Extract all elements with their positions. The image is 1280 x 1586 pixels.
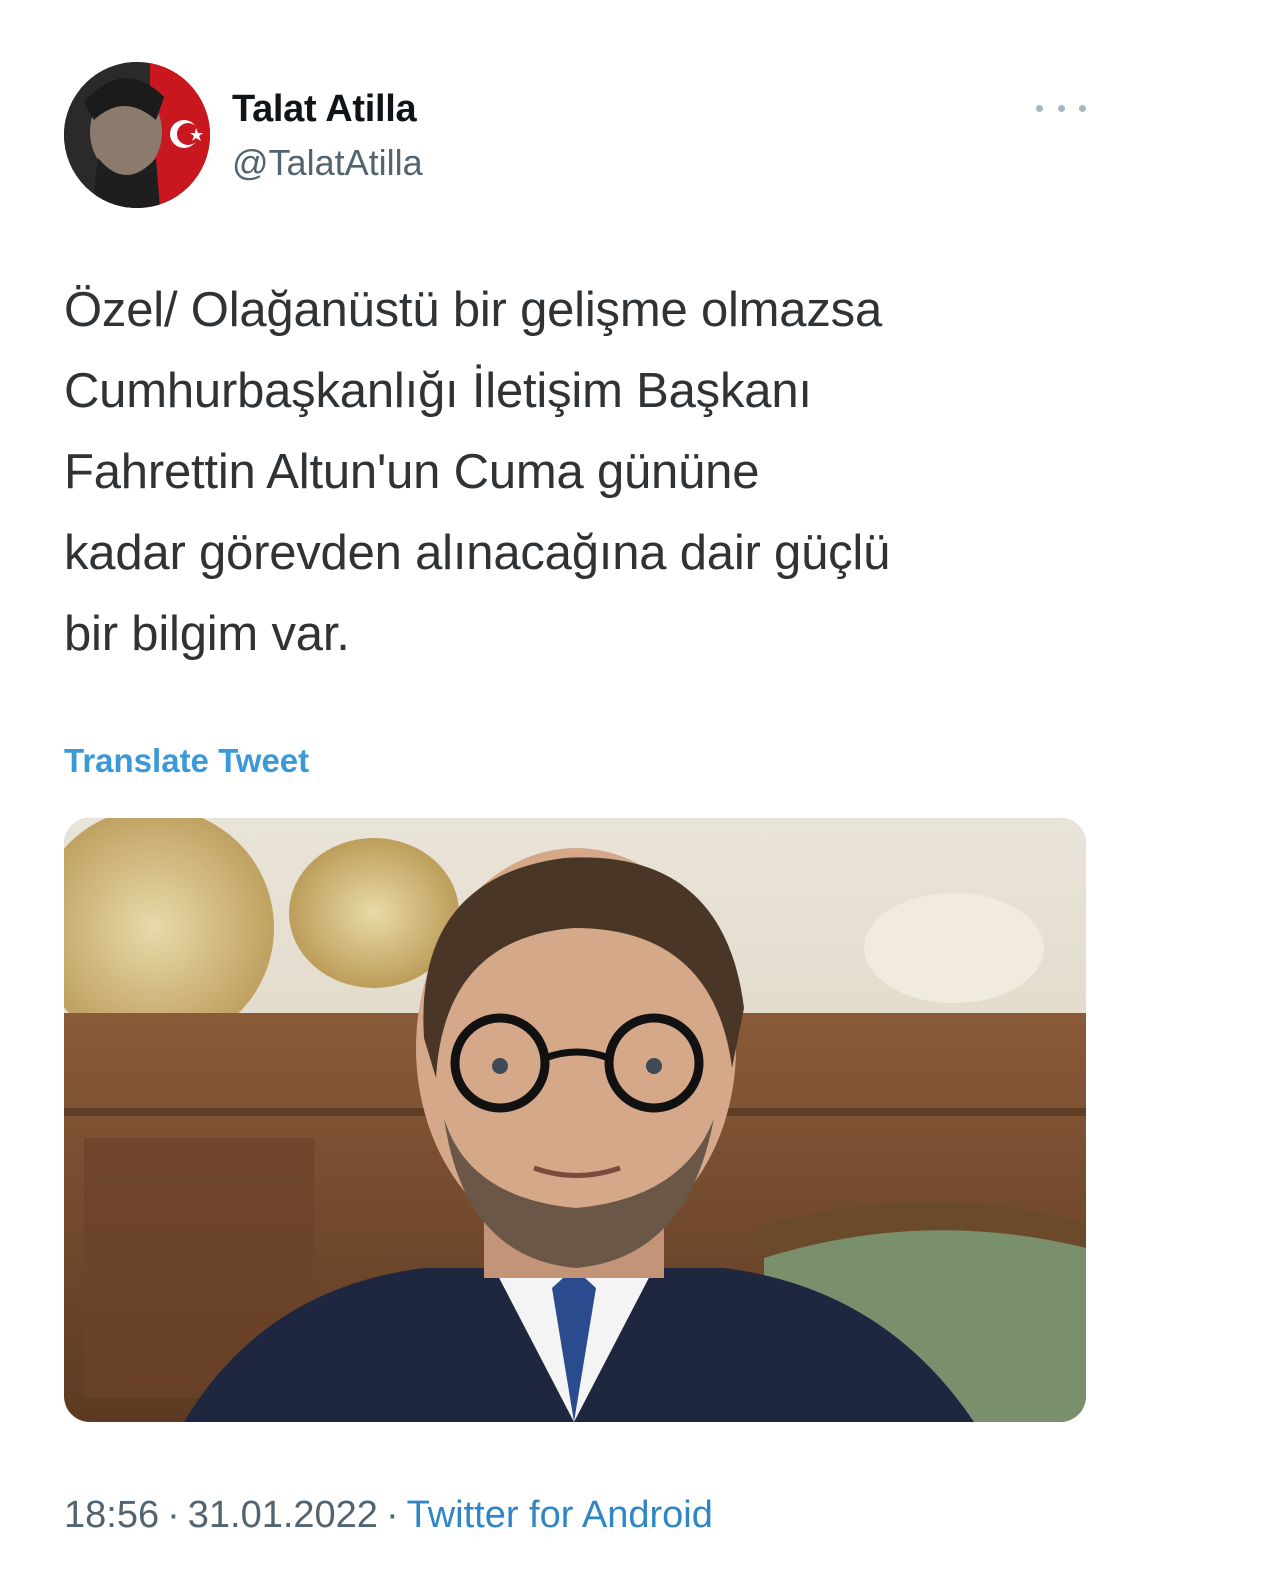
avatar-portrait (64, 62, 210, 208)
portrait-photo (64, 818, 1086, 1422)
more-horizontal-icon (1036, 104, 1043, 112)
tweet-time[interactable]: 18:56 (64, 1494, 159, 1536)
avatar[interactable] (64, 62, 210, 208)
meta-separator: · (167, 1494, 180, 1536)
tweet-text-line: kadar görevden alınacağına dair güçlü (64, 526, 891, 580)
tweet-date[interactable]: 31.01.2022 (188, 1494, 378, 1536)
tweet-text-line: Cumhurbaşkanlığı İletişim Başkanı (64, 364, 812, 418)
tweet-source-link[interactable]: Twitter for Android (407, 1494, 713, 1536)
tweet-meta: 18:56 · 31.01.2022 · Twitter for Android (64, 1494, 713, 1537)
tweet-text-line: Fahrettin Altun'un Cuma gününe (64, 445, 760, 499)
more-options-button[interactable] (1036, 92, 1086, 124)
author-handle[interactable]: @TalatAtilla (232, 142, 423, 184)
author-display-name[interactable]: Talat Atilla (232, 88, 417, 131)
meta-separator: · (385, 1494, 399, 1536)
tweet-text: Özel/ Olağanüstü bir gelişme olmazsa Cum… (64, 270, 1104, 675)
translate-tweet-link[interactable]: Translate Tweet (64, 742, 309, 780)
tweet-media-photo[interactable] (64, 818, 1086, 1422)
more-horizontal-icon (1057, 104, 1065, 112)
tweet-card: Talat Atilla @TalatAtilla Özel/ Olağanüs… (0, 0, 1280, 1586)
tweet-text-line: Özel/ Olağanüstü bir gelişme olmazsa (64, 283, 883, 337)
more-horizontal-icon (1079, 104, 1086, 112)
tweet-text-line: bir bilgim var. (64, 607, 350, 661)
